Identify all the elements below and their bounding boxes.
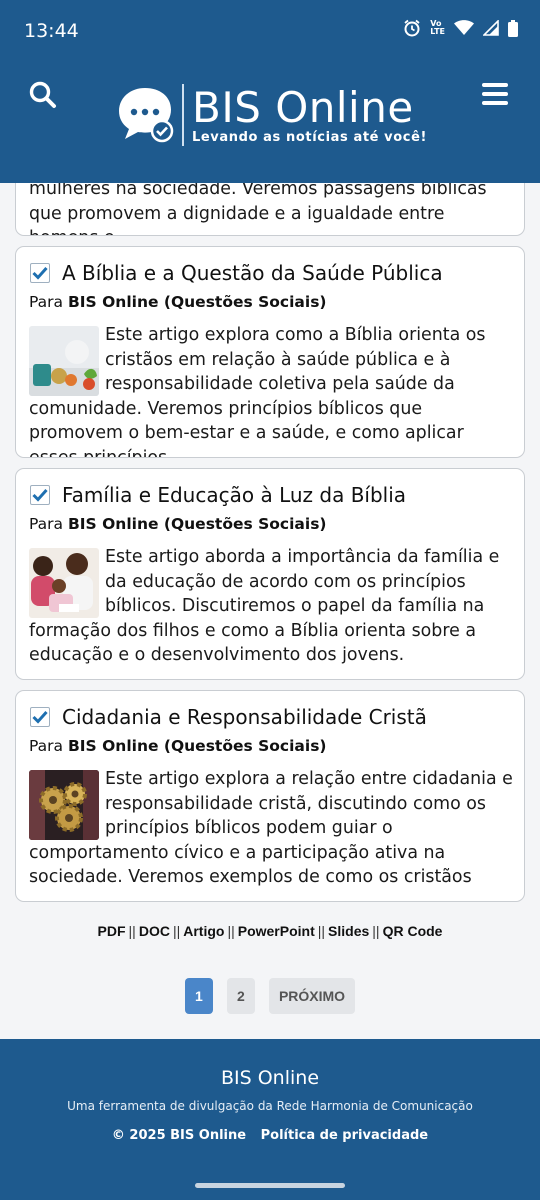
- article-card[interactable]: A Bíblia e a Questão da Saúde Pública Pa…: [15, 246, 525, 458]
- privacy-policy-link[interactable]: Política de privacidade: [261, 1128, 428, 1143]
- article-meta-prefix: Para: [29, 293, 64, 311]
- health-photo-image: [29, 326, 99, 396]
- article-checkbox[interactable]: [30, 707, 50, 727]
- format-slides-link[interactable]: Slides: [328, 923, 369, 939]
- gears-teamwork-image: [29, 770, 99, 840]
- checkmark-icon: [32, 710, 48, 724]
- article-source-link[interactable]: BIS Online (Questões Sociais): [68, 293, 327, 311]
- format-separator: ||: [317, 923, 326, 939]
- hamburger-menu-icon: [482, 83, 508, 105]
- format-pdf-link[interactable]: PDF: [98, 923, 126, 939]
- article-card[interactable]: Cidadania e Responsabilidade Cristã Para…: [15, 690, 525, 902]
- article-source-link[interactable]: BIS Online (Questões Sociais): [68, 737, 327, 755]
- search-icon: [29, 81, 56, 108]
- article-checkbox[interactable]: [30, 263, 50, 283]
- article-thumbnail[interactable]: [29, 326, 99, 396]
- format-separator: ||: [172, 923, 181, 939]
- status-time: 13:44: [24, 20, 79, 42]
- article-title-row: Família e Educação à Luz da Bíblia: [30, 483, 406, 507]
- article-title[interactable]: A Bíblia e a Questão da Saúde Pública: [62, 261, 443, 285]
- format-links: PDF || DOC || Artigo || PowerPoint || Slides || QR…: [0, 923, 540, 939]
- article-checkbox[interactable]: [30, 485, 50, 505]
- site-footer: BIS Online Uma ferramenta de divulgação …: [0, 1039, 540, 1200]
- page-2-button[interactable]: 2: [226, 978, 255, 1014]
- next-page-button[interactable]: PRÓXIMO: [268, 978, 356, 1014]
- footer-description: Uma ferramenta de divulgação da Rede Har…: [67, 1099, 473, 1113]
- article-meta: Para BIS Online (Questões Sociais): [29, 737, 327, 755]
- status-icons: Vo LTE: [403, 19, 518, 37]
- article-excerpt: Este artigo explora a relação entre cida…: [29, 769, 513, 888]
- article-meta: Para BIS Online (Questões Sociais): [29, 293, 327, 311]
- site-logo[interactable]: BIS Online Levando as notícias até você!: [116, 84, 427, 146]
- format-artigo-link[interactable]: Artigo: [183, 923, 224, 939]
- article-body: Este artigo explora como a Bíblia orient…: [29, 323, 513, 457]
- logo-divider: [182, 84, 184, 146]
- article-card[interactable]: Família e Educação à Luz da Bíblia Para …: [15, 468, 525, 680]
- article-excerpt: Este artigo aborda a importância da famí…: [29, 547, 500, 666]
- site-header: BIS Online Levando as notícias até você!: [0, 62, 540, 183]
- alarm-icon: [404, 19, 420, 37]
- logo-tagline: Levando as notícias até você!: [192, 129, 428, 145]
- footer-links: © 2025 BIS Online Política de privacidad…: [0, 1128, 540, 1143]
- format-doc-link[interactable]: DOC: [139, 923, 170, 939]
- article-thumbnail[interactable]: [29, 770, 99, 840]
- format-powerpoint-link[interactable]: PowerPoint: [238, 923, 315, 939]
- menu-button[interactable]: [482, 82, 512, 108]
- format-qrcode-link[interactable]: QR Code: [383, 923, 443, 939]
- article-body: Este artigo aborda a importância da famí…: [29, 545, 513, 668]
- search-button[interactable]: [28, 80, 62, 114]
- article-body: Este artigo explora a relação entre cida…: [29, 767, 513, 890]
- article-title-row: A Bíblia e a Questão da Saúde Pública: [30, 261, 443, 285]
- home-indicator[interactable]: [195, 1183, 345, 1188]
- battery-icon: [508, 19, 518, 37]
- pagination: 1 2 PRÓXIMO: [0, 978, 540, 1014]
- article-meta-prefix: Para: [29, 737, 64, 755]
- status-bar: 13:44 Vo LTE: [0, 0, 540, 62]
- wifi-icon: [454, 20, 474, 35]
- signal-icon: [483, 20, 499, 36]
- article-card-partial[interactable]: mulheres na sociedade. Veremos passagens…: [15, 183, 525, 236]
- page-1-button[interactable]: 1: [184, 978, 213, 1014]
- article-title[interactable]: Família e Educação à Luz da Bíblia: [62, 483, 406, 507]
- format-separator: ||: [227, 923, 235, 939]
- article-meta-prefix: Para: [29, 515, 64, 533]
- format-separator: ||: [128, 923, 136, 939]
- article-excerpt: mulheres na sociedade. Veremos passagens…: [29, 183, 487, 235]
- checkmark-icon: [32, 488, 48, 502]
- chat-bubble-logo-icon: [119, 88, 174, 143]
- volte-icon: Vo LTE: [430, 20, 445, 36]
- article-meta: Para BIS Online (Questões Sociais): [29, 515, 327, 533]
- article-list: mulheres na sociedade. Veremos passagens…: [0, 183, 540, 1039]
- lte-label: LTE: [430, 27, 445, 36]
- checkmark-icon: [32, 266, 48, 280]
- logo-text: BIS Online Levando as notícias até você!: [192, 82, 428, 145]
- family-photo-image: [29, 548, 99, 618]
- article-title[interactable]: Cidadania e Responsabilidade Cristã: [62, 705, 427, 729]
- logo-title: BIS Online: [192, 82, 414, 132]
- footer-title: BIS Online: [220, 1067, 320, 1089]
- article-source-link[interactable]: BIS Online (Questões Sociais): [68, 515, 327, 533]
- article-thumbnail[interactable]: [29, 548, 99, 618]
- footer-copyright: © 2025 BIS Online: [111, 1128, 247, 1143]
- format-separator: ||: [372, 923, 380, 939]
- article-title-row: Cidadania e Responsabilidade Cristã: [30, 705, 427, 729]
